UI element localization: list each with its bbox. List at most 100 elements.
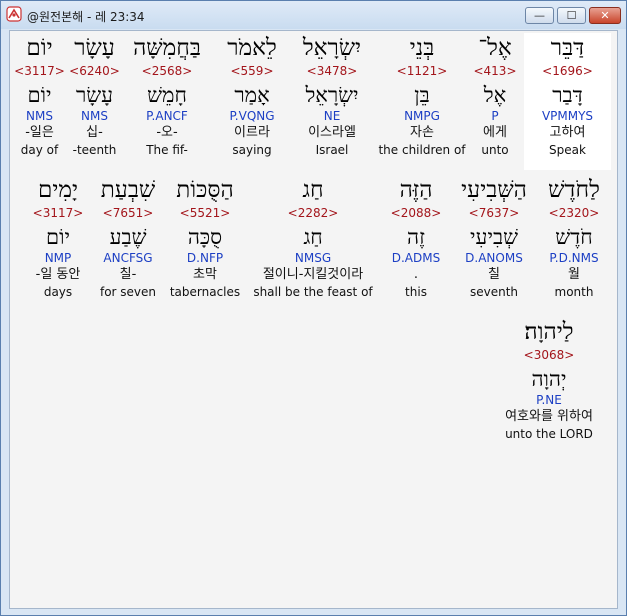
english-gloss: for seven bbox=[99, 285, 157, 299]
strong-number: <7651> bbox=[102, 206, 154, 220]
parsing-code: NMPG bbox=[404, 109, 440, 123]
word-column[interactable]: בַּחֲמִשָּׁה <2568> חָמֵשׁ P.ANCF -오- Th… bbox=[122, 33, 212, 158]
strong-number: <3117> bbox=[14, 64, 65, 78]
parsing-code: P.VQNG bbox=[229, 109, 275, 123]
word-column[interactable]: הַשְּׁבִיעִי <7637> שְׁבִיעִי D.ANOMS 칠 … bbox=[454, 175, 534, 300]
word-column[interactable]: לַיהוָה׃ <3068> יְהוָה P.NE 여호와를 위하여 unt… bbox=[494, 317, 604, 442]
strong-number: <3068> bbox=[523, 348, 575, 362]
korean-gloss: -일은 bbox=[25, 125, 54, 140]
word-column[interactable]: בְּנֵי <1121> בֵּן NMPG 자손 the children … bbox=[372, 33, 472, 158]
word-column[interactable]: לֵאמֹר <559> אָמַר P.VQNG 이르라 saying bbox=[212, 33, 292, 158]
english-gloss: unto the LORD bbox=[505, 427, 593, 441]
hebrew-word: עָשָׂר bbox=[74, 35, 115, 61]
lexical-form: חַג bbox=[303, 225, 323, 249]
english-gloss: seventh bbox=[469, 285, 519, 299]
korean-gloss: -오- bbox=[156, 125, 178, 140]
lexical-form: זֶה bbox=[407, 225, 425, 249]
korean-gloss: -일 동안 bbox=[35, 267, 81, 282]
korean-gloss: . bbox=[413, 267, 419, 282]
english-gloss: month bbox=[554, 285, 594, 299]
english-gloss: day of bbox=[20, 143, 59, 157]
maximize-button[interactable]: ☐ bbox=[557, 7, 586, 24]
hebrew-word: לַיהוָה׃ bbox=[524, 319, 574, 345]
maximize-icon: ☐ bbox=[566, 9, 577, 22]
strong-number: <6240> bbox=[69, 64, 120, 78]
parsing-code: D.ADMS bbox=[391, 251, 441, 265]
strong-number: <1121> bbox=[396, 64, 448, 78]
word-column[interactable]: יָמִים <3117> יוֹם NMP -일 동안 days bbox=[24, 175, 92, 300]
parsing-code: P.ANCF bbox=[146, 109, 188, 123]
strong-number: <3478> bbox=[306, 64, 358, 78]
hebrew-word: בַּחֲמִשָּׁה bbox=[133, 35, 201, 61]
hebrew-word: לֵאמֹר bbox=[227, 35, 277, 61]
korean-gloss: 고하여 bbox=[549, 125, 586, 140]
parsing-code: D.ANOMS bbox=[465, 251, 523, 265]
korean-gloss: 절이니-지킬것이라 bbox=[262, 267, 364, 282]
hebrew-word: דַּבֵּר bbox=[550, 35, 585, 61]
word-column[interactable]: לַחֹדֶשׁ <2320> חֹדֶשׁ P.D.NMS 월 month bbox=[534, 175, 614, 300]
hebrew-word: יוֹם bbox=[26, 35, 53, 61]
strong-number: <2088> bbox=[390, 206, 442, 220]
strong-number: <3117> bbox=[32, 206, 84, 220]
lexical-form: דָּבַר bbox=[552, 83, 583, 107]
lexical-form: שֶׁבַע bbox=[109, 225, 147, 249]
english-gloss: tabernacles bbox=[169, 285, 241, 299]
english-gloss: -teenth bbox=[72, 143, 117, 157]
window-title: @원전본해 - 레 23:34 bbox=[27, 10, 145, 24]
english-gloss: The fif- bbox=[146, 143, 188, 157]
strong-number: <559> bbox=[230, 64, 274, 78]
english-gloss: saying bbox=[232, 143, 272, 157]
strong-number: <7637> bbox=[468, 206, 520, 220]
lexical-form: יוֹם bbox=[46, 225, 70, 249]
word-column[interactable]: דַּבֵּר <1696> דָּבַר VPMMYS 고하여 Speak bbox=[524, 33, 611, 170]
minimize-button[interactable]: — bbox=[525, 7, 554, 24]
parsing-code: NMS bbox=[26, 109, 53, 123]
parsing-code: NMP bbox=[44, 251, 72, 265]
minimize-icon: — bbox=[534, 9, 545, 22]
lexical-form: חָמֵשׁ bbox=[147, 83, 187, 107]
strong-number: <2282> bbox=[287, 206, 339, 220]
hebrew-word: יִשְׂרָאֵל bbox=[302, 35, 362, 61]
english-gloss: shall be the feast of bbox=[253, 285, 373, 299]
app-logo-icon bbox=[6, 6, 22, 22]
english-gloss: Speak bbox=[549, 143, 586, 157]
lexical-form: יְהוָה bbox=[531, 367, 567, 391]
lexical-form: סֻכָּה bbox=[187, 225, 223, 249]
word-column[interactable]: יִשְׂרָאֵל <3478> יִשְׂרָאֵל NE 이스라엘 Isr… bbox=[292, 33, 372, 158]
lexical-form: עָשָׂר bbox=[75, 83, 114, 107]
lexical-form: חֹדֶשׁ bbox=[555, 225, 593, 249]
hebrew-word: הַזֶּה bbox=[399, 177, 433, 203]
parsing-code: NE bbox=[323, 109, 341, 123]
parsing-code: NMSG bbox=[294, 251, 332, 265]
korean-gloss: 칠 bbox=[488, 267, 500, 282]
word-column[interactable]: חַג <2282> חַג NMSG 절이니-지킬것이라 shall be t… bbox=[248, 175, 378, 300]
english-gloss: days bbox=[43, 285, 73, 299]
strong-number: <5521> bbox=[179, 206, 231, 220]
hebrew-word: שִׁבְעַת bbox=[100, 177, 156, 203]
close-button[interactable]: ✕ bbox=[589, 7, 621, 24]
lexical-form: יוֹם bbox=[27, 83, 52, 107]
korean-gloss: 이르라 bbox=[234, 125, 270, 140]
word-column[interactable]: הַסֻּכּוֹת <5521> סֻכָּה D.NFP 초막 tabern… bbox=[165, 175, 245, 300]
hebrew-word: הַשְּׁבִיעִי bbox=[461, 177, 527, 203]
word-column[interactable]: הַזֶּה <2088> זֶה D.ADMS . this bbox=[386, 175, 446, 300]
parsing-code: VPMMYS bbox=[541, 109, 594, 123]
korean-gloss: 이스라엘 bbox=[308, 125, 356, 140]
word-column[interactable]: שִׁבְעַת <7651> שֶׁבַע ANCFSG 칠- for sev… bbox=[92, 175, 164, 300]
title-bar[interactable]: @원전본해 - 레 23:34 — ☐ ✕ bbox=[1, 1, 626, 29]
hebrew-word: חַג bbox=[302, 177, 324, 203]
word-column[interactable]: יוֹם <3117> יוֹם NMS -일은 day of bbox=[12, 33, 67, 158]
korean-gloss: 칠- bbox=[119, 267, 137, 282]
hebrew-word: הַסֻּכּוֹת bbox=[176, 177, 234, 203]
close-icon: ✕ bbox=[600, 9, 610, 22]
lexical-form: בֵּן bbox=[414, 83, 430, 107]
parsing-code: P.NE bbox=[536, 393, 562, 407]
korean-gloss: 월 bbox=[568, 267, 580, 282]
word-column[interactable]: עָשָׂר <6240> עָשָׂר NMS 십- -teenth bbox=[67, 33, 122, 158]
lexical-form: יִשְׂרָאֵל bbox=[305, 83, 359, 107]
hebrew-word: יָמִים bbox=[37, 177, 79, 203]
parsing-code: P.D.NMS bbox=[549, 251, 599, 265]
english-gloss: Israel bbox=[315, 143, 349, 157]
lexical-form: שְׁבִיעִי bbox=[470, 225, 518, 249]
parsing-code: ANCFSG bbox=[103, 251, 153, 265]
